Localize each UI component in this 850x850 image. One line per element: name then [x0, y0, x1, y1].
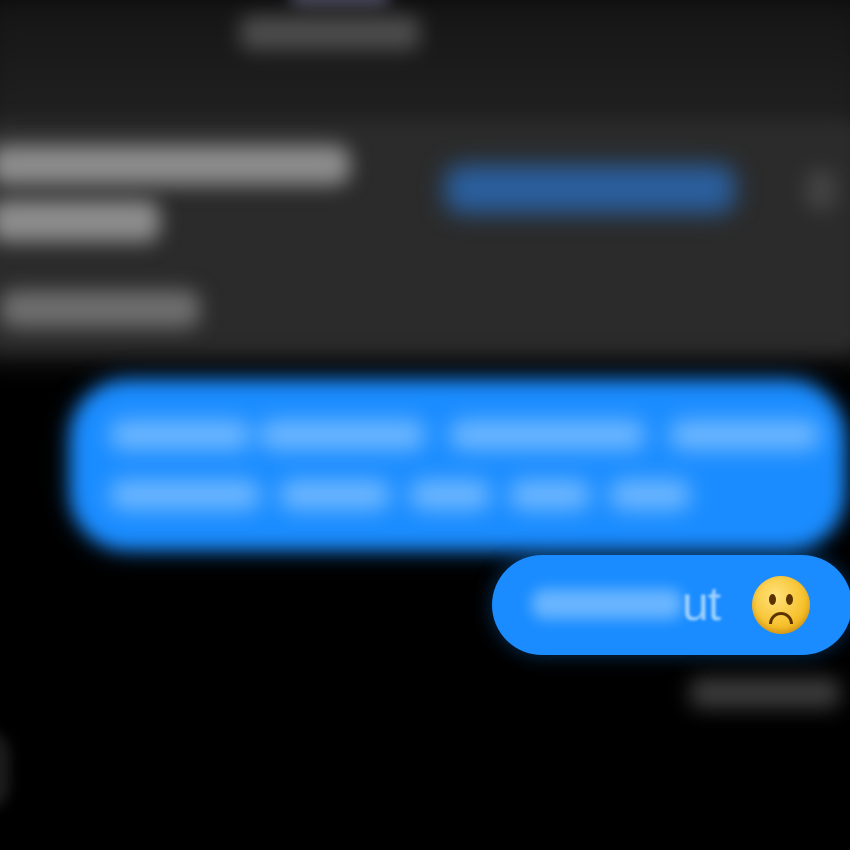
message-text-blurred [532, 589, 682, 619]
message-text-word [670, 420, 820, 450]
emoji-eye [786, 594, 793, 605]
message-text-word [450, 420, 645, 450]
contact-name[interactable] [240, 16, 420, 50]
chevron-right-icon[interactable] [806, 170, 836, 210]
preview-link-button[interactable] [445, 165, 735, 213]
message-text-word [510, 480, 590, 510]
emoji-eye [769, 594, 776, 605]
message-text-word [110, 480, 260, 510]
preview-title-line-1 [0, 145, 350, 185]
delivered-status [690, 678, 840, 708]
message-text-word [280, 480, 390, 510]
preview-subtitle [0, 290, 200, 328]
message-text-word [410, 480, 490, 510]
message-text: ut [682, 578, 721, 631]
preview-title-line-2 [0, 200, 160, 242]
contact-avatar[interactable] [290, 0, 390, 6]
emoji-mouth [769, 612, 793, 624]
message-text [110, 420, 250, 450]
incoming-bubble-edge [0, 730, 10, 810]
messages-screen: ut [0, 0, 850, 850]
message-text-word [260, 420, 425, 450]
message-bubble-sent-1[interactable] [70, 380, 845, 550]
slightly-frowning-face-icon [752, 576, 810, 634]
message-text-word [610, 480, 690, 510]
